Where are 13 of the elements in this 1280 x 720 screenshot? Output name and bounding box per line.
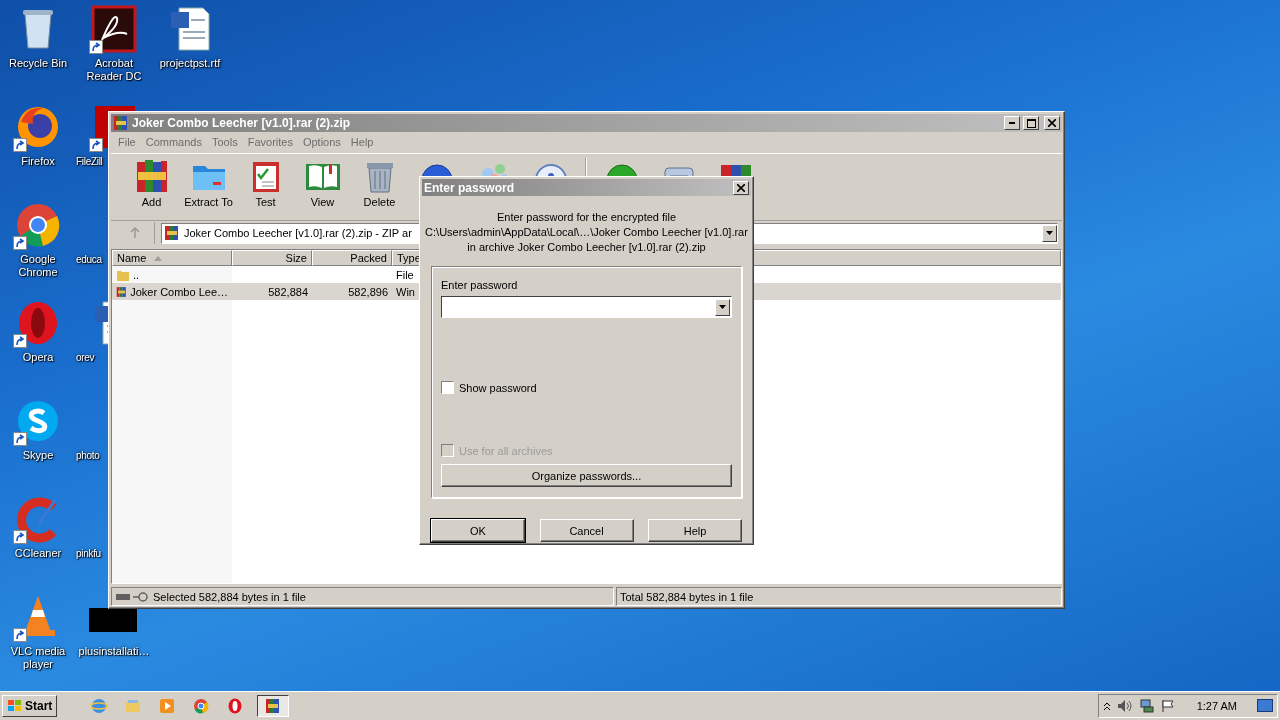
dialog-title: Enter password (424, 180, 516, 195)
status-text: Selected 582,884 bytes in 1 file (153, 590, 306, 603)
message-text: Enter password for the encrypted file (496, 210, 677, 225)
message-text: C:\Users\admin\AppData\Local\…\Joker Combo Leecher [v1.0].rar (425, 225, 748, 240)
field-label: Enter password (441, 279, 519, 292)
window-title: Joker Combo Leecher [v1.0].rar (2).zip (132, 116, 352, 130)
packed-cell-text: 582,896 (347, 285, 389, 298)
size-cell-text: 582,884 (267, 285, 309, 298)
file-name: .. (112, 267, 232, 282)
status-text: Total 582,884 bytes in 1 file (620, 590, 754, 603)
type-cell-text: Win (395, 285, 416, 298)
type-cell-text: File (395, 268, 415, 281)
file-name: Joker Combo Lee… (112, 283, 232, 300)
